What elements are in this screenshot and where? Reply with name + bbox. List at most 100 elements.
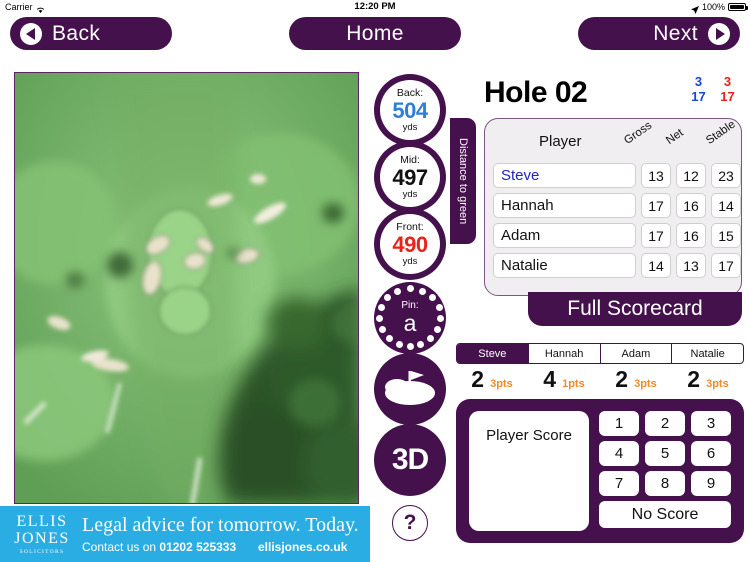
hole-index-blue: 17 (691, 89, 706, 104)
keypad-row: 1 2 3 (599, 411, 731, 436)
player-name-field[interactable]: Natalie (493, 253, 636, 278)
key-8[interactable]: 8 (645, 471, 685, 496)
key-7[interactable]: 7 (599, 471, 639, 496)
help-button[interactable]: ? (392, 505, 428, 541)
keypad-row: 7 8 9 (599, 471, 731, 496)
tab-player-adam[interactable]: Adam (601, 344, 673, 363)
location-arrow-icon (690, 4, 699, 14)
advertisement-banner[interactable]: ELLIS JONES SOLICITORS Legal advice for … (0, 506, 370, 562)
ad-url[interactable]: ellisjones.co.uk (258, 540, 347, 554)
chevron-left-circle-icon (20, 22, 42, 45)
gross-cell[interactable]: 14 (641, 253, 671, 278)
distance-to-green-text: Distance to green (457, 137, 469, 225)
distance-mid[interactable]: Mid: 497 yds (374, 141, 446, 213)
table-row[interactable]: Natalie 14 13 17 (485, 253, 741, 278)
net-cell[interactable]: 12 (676, 163, 706, 188)
scorecard-header: Player Gross Net Stable (485, 118, 741, 163)
pin-position-button[interactable]: Pin: a (374, 282, 446, 354)
hole-points: 3pts (634, 378, 657, 390)
golf-gps-app: Carrier 12:20 PM 100% Back Home Next Bac… (0, 0, 750, 562)
full-scorecard-button[interactable]: Full Scorecard (528, 292, 742, 326)
numeric-keypad: 1 2 3 4 5 6 7 8 9 No Score (599, 411, 731, 533)
distance-to-green-label: Distance to green (450, 118, 476, 244)
distance-mid-unit: yds (402, 188, 418, 200)
net-cell[interactable]: 16 (676, 193, 706, 218)
net-cell[interactable]: 13 (676, 253, 706, 278)
home-button[interactable]: Home (289, 17, 461, 50)
table-row[interactable]: Hannah 17 16 14 (485, 193, 741, 218)
tab-player-steve[interactable]: Steve (457, 344, 529, 363)
column-header-gross: Gross (622, 119, 655, 147)
player-score-display[interactable]: Player Score (469, 411, 589, 531)
back-button[interactable]: Back (10, 17, 172, 50)
logo-line-1: ELLIS (16, 513, 68, 530)
net-cell[interactable]: 16 (676, 223, 706, 248)
next-button-label: Next (653, 21, 698, 45)
hole-map[interactable] (14, 72, 359, 504)
player-name-field[interactable]: Steve (493, 163, 636, 188)
points-cell: 2 3pts (456, 366, 528, 394)
tab-player-hannah[interactable]: Hannah (529, 344, 601, 363)
table-row[interactable]: Adam 17 16 15 (485, 223, 741, 248)
gross-cell[interactable]: 13 (641, 163, 671, 188)
ad-headline: Legal advice for tomorrow. Today. (82, 514, 359, 536)
stable-cell[interactable]: 17 (711, 253, 741, 278)
stable-cell[interactable]: 14 (711, 193, 741, 218)
tab-player-natalie[interactable]: Natalie (672, 344, 743, 363)
player-name-field[interactable]: Adam (493, 223, 636, 248)
column-header-player: Player (539, 133, 582, 150)
three-d-label: 3D (391, 443, 429, 476)
three-d-view-button[interactable]: 3D (374, 424, 446, 496)
column-header-net: Net (664, 126, 686, 147)
hole-score: 4 (543, 366, 557, 392)
distance-mid-label: Mid: (400, 154, 420, 166)
key-4[interactable]: 4 (599, 441, 639, 466)
home-button-label: Home (346, 21, 404, 45)
key-1[interactable]: 1 (599, 411, 639, 436)
status-right: 100% (690, 0, 748, 14)
battery-icon (728, 3, 748, 11)
gross-cell[interactable]: 17 (641, 223, 671, 248)
hole-score: 2 (615, 366, 629, 392)
hole-points: 3pts (706, 378, 729, 390)
player-points-row: 2 3pts 4 1pts 2 3pts 2 3pts (456, 366, 744, 394)
advertiser-logo: ELLIS JONES SOLICITORS (8, 513, 76, 555)
ad-contact-text: Contact us on (82, 540, 157, 554)
keypad-row: No Score (599, 501, 731, 528)
ad-contact: Contact us on 01202 525333 (82, 540, 236, 554)
scorecard-panel: Player Gross Net Stable Steve 13 12 23 H… (484, 118, 742, 296)
gross-cell[interactable]: 17 (641, 193, 671, 218)
stable-cell[interactable]: 23 (711, 163, 741, 188)
table-row[interactable]: Steve 13 12 23 (485, 163, 741, 188)
key-9[interactable]: 9 (691, 471, 731, 496)
distance-back[interactable]: Back: 504 yds (374, 74, 446, 146)
distance-front[interactable]: Front: 490 yds (374, 208, 446, 280)
key-6[interactable]: 6 (691, 441, 731, 466)
stable-cell[interactable]: 15 (711, 223, 741, 248)
status-bar: Carrier 12:20 PM 100% (0, 0, 750, 14)
hole-score: 2 (471, 366, 485, 392)
key-3[interactable]: 3 (691, 411, 731, 436)
player-name-field[interactable]: Hannah (493, 193, 636, 218)
hole-index-red: 17 (720, 89, 735, 104)
distance-to-green-group: Back: 504 yds Mid: 497 yds Front: 490 yd… (374, 74, 450, 280)
top-navigation: Back Home Next (0, 14, 750, 54)
clock: 12:20 PM (354, 1, 396, 12)
tab-label: Natalie (690, 347, 725, 360)
help-icon: ? (403, 511, 417, 534)
distance-mid-value: 497 (392, 164, 428, 190)
hole-points: 1pts (562, 378, 585, 390)
key-5[interactable]: 5 (645, 441, 685, 466)
points-cell: 2 3pts (600, 366, 672, 394)
hole-par-red: 3 (723, 74, 732, 89)
hole-score: 2 (687, 366, 701, 392)
next-button[interactable]: Next (578, 17, 740, 50)
key-2[interactable]: 2 (645, 411, 685, 436)
points-cell: 4 1pts (528, 366, 600, 394)
player-tab-bar: Steve Hannah Adam Natalie (456, 343, 744, 364)
player-score-label: Player Score (486, 427, 572, 444)
green-view-button[interactable] (374, 353, 446, 425)
chevron-right-circle-icon (708, 22, 730, 45)
no-score-button[interactable]: No Score (599, 501, 731, 528)
battery-percent: 100% (701, 2, 725, 12)
